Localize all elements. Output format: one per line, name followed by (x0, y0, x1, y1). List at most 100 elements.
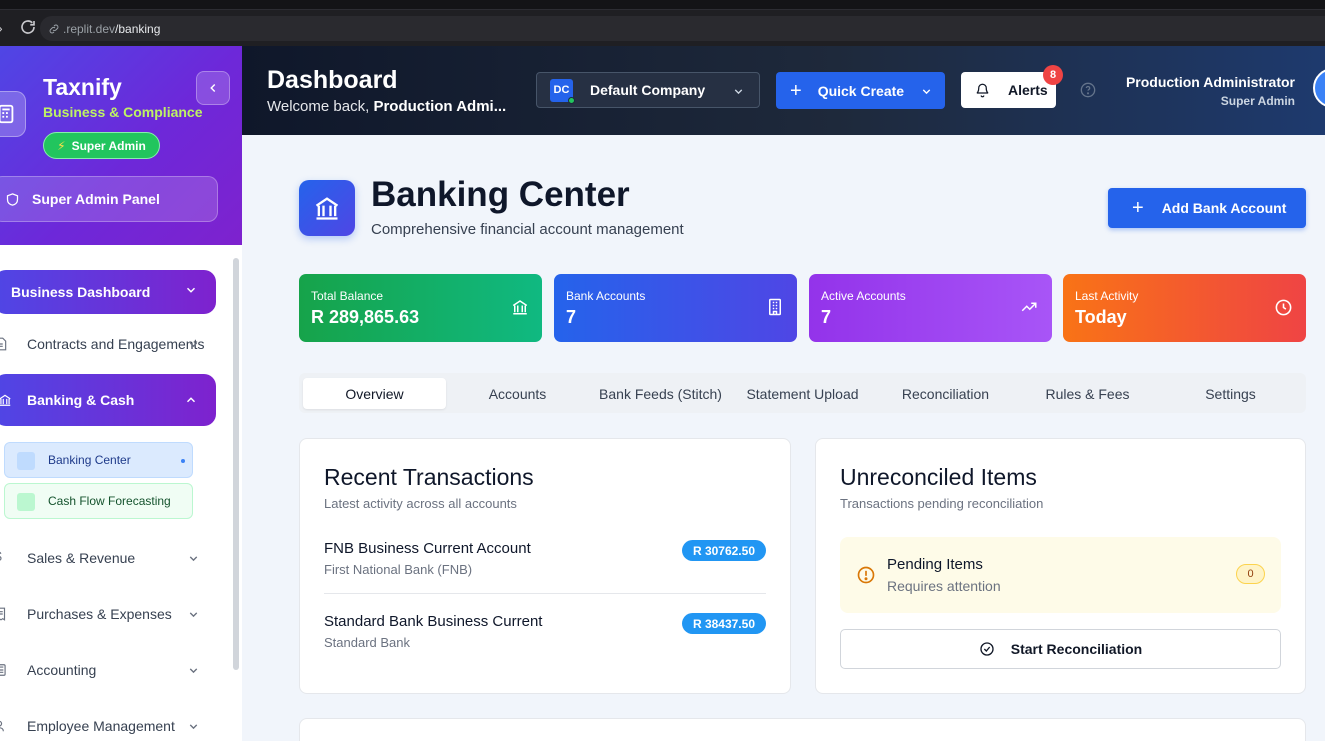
alerts-button[interactable]: Alerts (961, 72, 1056, 108)
collapse-sidebar-button[interactable] (196, 71, 230, 105)
transaction-amount-badge: R 38437.50 (681, 613, 766, 634)
chevron-down-icon (189, 724, 198, 730)
tab-rules-fees[interactable]: Rules & Fees (1016, 378, 1159, 409)
sidebar-item-sales[interactable]: $ Sales & Revenue (0, 540, 210, 576)
pending-count-badge: 0 (1236, 564, 1265, 584)
sidebar-subitem-label: Cash Flow Forecasting (48, 494, 171, 508)
brand-subtitle: Business & Compliance (43, 104, 203, 120)
building-icon (769, 298, 781, 316)
bell-icon (976, 83, 989, 97)
sidebar: Taxnify Business & Compliance ⚡ Super Ad… (0, 46, 242, 741)
tab-overview[interactable]: Overview (303, 378, 446, 409)
stat-label: Total Balance (311, 289, 384, 303)
active-indicator (181, 459, 185, 463)
stat-label: Last Activity (1075, 289, 1139, 303)
super-admin-panel-button[interactable]: Super Admin Panel (0, 176, 218, 222)
url-path: /banking (115, 21, 161, 36)
page-title: Banking Center (371, 175, 630, 214)
stat-label: Active Accounts (821, 289, 906, 303)
transaction-row[interactable]: FNB Business Current Account First Natio… (324, 540, 766, 577)
welcome-message: Welcome back, Production Admi... (267, 98, 506, 115)
document-icon (0, 337, 7, 351)
company-selector[interactable]: DC Default Company (536, 72, 760, 108)
sidebar-scrollbar[interactable] (233, 258, 239, 670)
main-content: Banking Center Comprehensive financial a… (242, 135, 1325, 741)
transaction-amount-badge: R 30762.50 (681, 540, 766, 561)
stat-value: Today (1075, 307, 1127, 327)
stat-bank-accounts: Bank Accounts 7 (554, 274, 797, 342)
clock-icon (1275, 299, 1292, 316)
plus-icon: + (790, 79, 802, 102)
pending-subtitle: Requires attention (887, 578, 1001, 594)
user-role: Super Admin (1220, 94, 1295, 108)
check-circle-icon (980, 642, 994, 656)
role-badge: ⚡ Super Admin (43, 132, 160, 159)
tab-accounts[interactable]: Accounts (446, 378, 589, 409)
stat-label: Bank Accounts (566, 289, 646, 303)
sidebar-item-label: Purchases & Expenses (27, 606, 172, 622)
transaction-row[interactable]: Standard Bank Business Current Standard … (324, 613, 766, 650)
sidebar-item-label: Contracts and Engagements (27, 336, 205, 352)
quick-create-button[interactable]: + Quick Create (776, 72, 945, 109)
bank-icon (512, 300, 528, 315)
divider (324, 593, 766, 594)
address-bar[interactable]: .replit.dev/banking (40, 16, 1325, 41)
sidebar-item-label: Banking & Cash (27, 392, 135, 408)
receipt-icon (0, 607, 6, 621)
alert-circle-icon (857, 566, 875, 584)
sidebar-item-banking-cash[interactable]: Banking & Cash (0, 374, 216, 426)
add-bank-account-label: Add Bank Account (1161, 200, 1287, 216)
sidebar-item-employees[interactable]: Employee Management (0, 708, 210, 741)
tab-bank-feeds[interactable]: Bank Feeds (Stitch) (589, 378, 732, 409)
company-initials: DC (553, 84, 570, 96)
chevron-down-icon (189, 668, 198, 674)
tab-bar: Overview Accounts Bank Feeds (Stitch) St… (299, 373, 1306, 413)
sidebar-item-purchases[interactable]: Purchases & Expenses (0, 596, 210, 632)
banking-center-icon (17, 452, 35, 470)
sidebar-item-label: Employee Management (27, 718, 175, 734)
tab-settings[interactable]: Settings (1159, 378, 1302, 409)
tab-statement-upload[interactable]: Statement Upload (731, 378, 874, 409)
sidebar-item-business-dashboard[interactable]: Business Dashboard (0, 270, 216, 314)
add-bank-account-button[interactable]: + Add Bank Account (1108, 188, 1306, 228)
stat-value: 7 (566, 307, 577, 327)
additional-card (299, 718, 1306, 741)
sidebar-subitem-label: Banking Center (48, 453, 131, 467)
reload-icon[interactable] (19, 18, 37, 36)
chevron-down-icon (186, 287, 196, 293)
online-indicator (568, 96, 575, 104)
sidebar-item-label: Sales & Revenue (27, 550, 136, 566)
pending-items-panel: Pending Items Requires attention 0 (840, 537, 1281, 613)
company-avatar: DC (550, 78, 575, 104)
header-title: Dashboard (267, 66, 398, 94)
transaction-bank: Standard Bank (324, 635, 411, 650)
chevron-down-icon (922, 89, 931, 95)
tab-reconciliation[interactable]: Reconciliation (874, 378, 1017, 409)
sidebar-subitem-cash-flow[interactable]: Cash Flow Forecasting (4, 483, 193, 519)
welcome-prefix: Welcome back, (267, 98, 374, 115)
bank-icon (0, 394, 11, 406)
transaction-bank: First National Bank (FNB) (324, 562, 473, 577)
chevron-left-icon (210, 83, 216, 93)
admin-panel-label: Super Admin Panel (32, 191, 160, 207)
recent-transactions-card: Recent Transactions Latest activity acro… (299, 438, 791, 694)
sidebar-subitem-banking-center[interactable]: Banking Center (4, 442, 193, 478)
chevron-down-icon (734, 89, 743, 95)
sidebar-item-accounting[interactable]: Accounting (0, 652, 210, 688)
forward-icon[interactable]: › (0, 20, 3, 36)
help-icon[interactable] (1080, 82, 1096, 98)
url-host: .replit.dev (63, 21, 116, 36)
chevron-down-icon (189, 342, 198, 348)
welcome-name: Production Admi... (373, 98, 507, 115)
role-badge-label: Super Admin (71, 138, 146, 153)
calculator-icon (0, 91, 26, 137)
sidebar-item-contracts[interactable]: Contracts and Engagements (0, 326, 210, 362)
card-subtitle: Transactions pending reconciliation (840, 496, 1044, 511)
unreconciled-items-card: Unreconciled Items Transactions pending … (815, 438, 1306, 694)
avatar[interactable] (1313, 68, 1325, 108)
start-reconciliation-button[interactable]: Start Reconciliation (840, 629, 1281, 669)
chevron-down-icon (189, 612, 198, 618)
trending-up-icon (1021, 302, 1037, 312)
quick-create-label: Quick Create (817, 82, 905, 99)
card-title: Recent Transactions (324, 464, 534, 490)
